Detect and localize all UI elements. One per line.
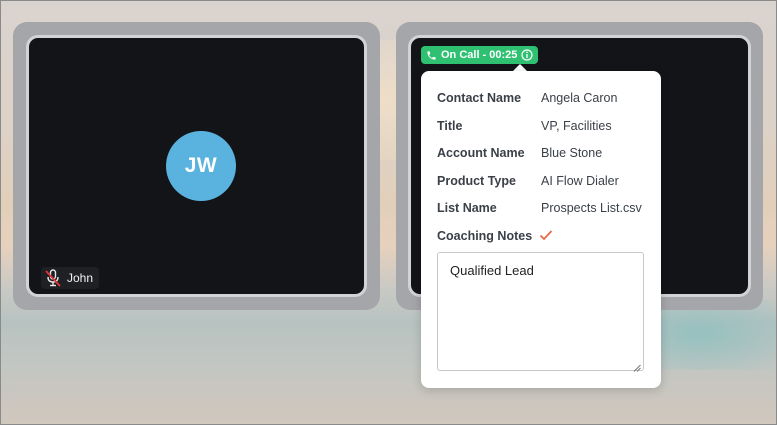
product-type-label: Product Type [437, 174, 516, 188]
title-label: Title [437, 119, 463, 133]
account-name-value: Blue Stone [541, 146, 603, 160]
participant-name-chip: John [41, 267, 100, 289]
participant-name: John [67, 271, 94, 285]
avatar: JW [166, 131, 236, 201]
contact-name-value: Angela Caron [541, 91, 618, 105]
coaching-notes-textarea[interactable]: Qualified Lead [437, 252, 644, 372]
account-name-label: Account Name [437, 146, 525, 160]
participant-video: JW John [26, 35, 367, 297]
title-value: VP, Facilities [541, 119, 612, 133]
list-name-value: Prospects List.csv [541, 201, 642, 215]
contact-details-popup: Contact Name Angela Caron Title VP, Faci… [421, 71, 661, 388]
list-name-label: List Name [437, 201, 497, 215]
participant-tile: JW John [13, 22, 380, 310]
resize-handle-icon[interactable] [633, 360, 641, 372]
contact-name-label: Contact Name [437, 91, 522, 105]
info-icon[interactable] [521, 49, 534, 61]
product-type-value: AI Flow Dialer [541, 174, 619, 188]
on-call-badge[interactable]: On Call - 00:25 [421, 46, 539, 64]
mic-muted-icon[interactable] [45, 269, 61, 287]
call-status-label: On Call - 00:25 [441, 49, 518, 61]
phone-icon [426, 50, 437, 61]
coaching-notes-text: Qualified Lead [450, 263, 534, 278]
checkmark-icon [539, 228, 553, 244]
coaching-notes-label: Coaching Notes [437, 229, 533, 243]
